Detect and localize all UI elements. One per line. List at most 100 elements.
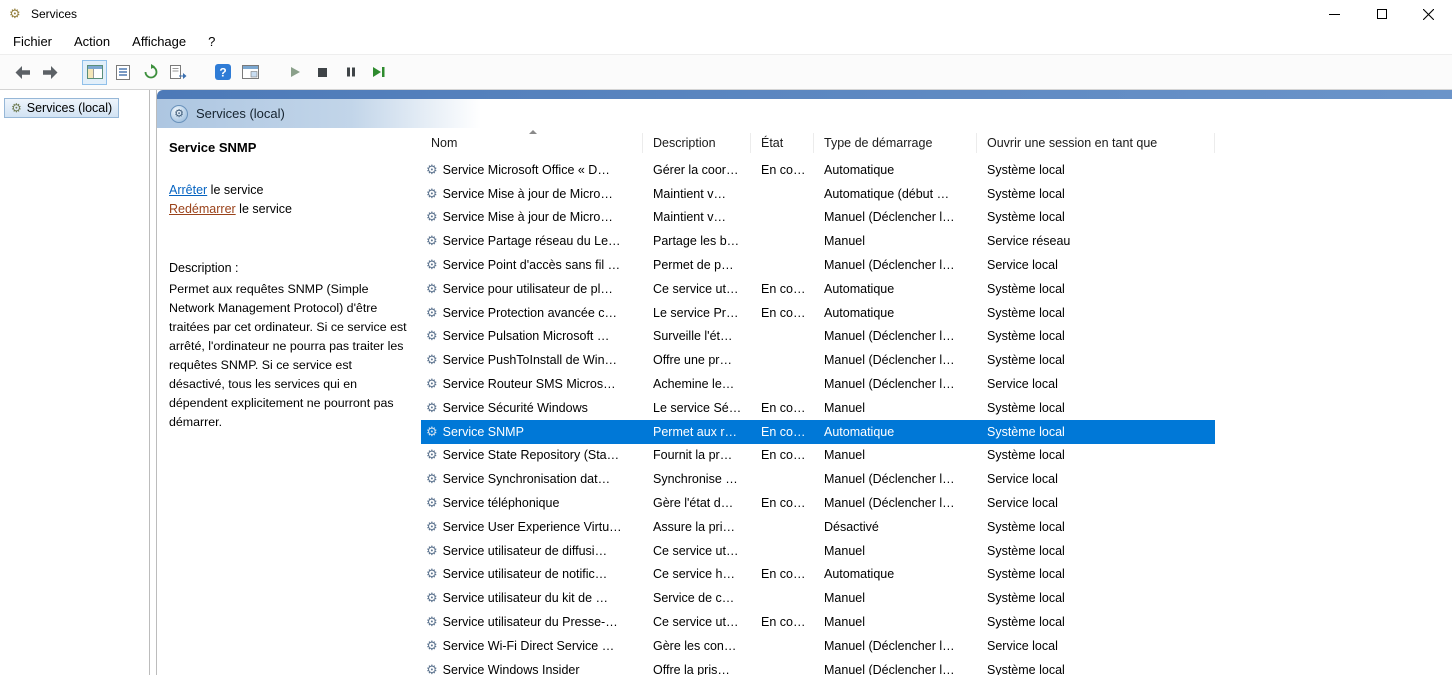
pause-service-button[interactable] (338, 60, 363, 85)
service-name-cell: ⚙Service Windows Insider (421, 662, 643, 675)
service-gear-icon: ⚙ (426, 209, 438, 225)
service-name-cell: ⚙Service User Experience Virtu… (421, 519, 643, 535)
taskpad-view-button[interactable] (238, 60, 263, 85)
service-gear-icon: ⚙ (426, 614, 438, 630)
service-startup-type-cell: Manuel (Déclencher l… (814, 472, 977, 486)
service-name: Service utilisateur du kit de … (443, 591, 608, 605)
service-description-cell: Synchronise … (643, 472, 751, 486)
banner: ⚙ Services (local) (157, 99, 1452, 128)
service-name: Service Sécurité Windows (443, 401, 588, 415)
restart-icon (372, 66, 386, 78)
service-gear-icon: ⚙ (426, 424, 438, 440)
service-name: Service PushToInstall de Win… (443, 353, 617, 367)
service-name-cell: ⚙Service Point d'accès sans fil … (421, 257, 643, 273)
service-description-cell: Maintient v… (643, 187, 751, 201)
service-gear-icon: ⚙ (426, 400, 438, 416)
main-pane: ⚙ Services (local) Service SNMP Arrêter … (157, 90, 1452, 675)
service-description-cell: Service de c… (643, 591, 751, 605)
table-row[interactable]: ⚙Service utilisateur du kit de … Service… (421, 586, 1215, 610)
stop-service-line: Arrêter le service (169, 181, 415, 200)
restart-service-link[interactable]: Redémarrer (169, 202, 236, 216)
table-row[interactable]: ⚙Service Wi-Fi Direct Service … Gère les… (421, 634, 1215, 658)
maximize-button[interactable] (1358, 0, 1405, 28)
service-logon-as-cell: Service local (977, 639, 1215, 653)
back-button[interactable] (10, 60, 35, 85)
menu-affichage[interactable]: Affichage (121, 31, 197, 52)
forward-button[interactable] (38, 60, 63, 85)
service-logon-as-cell: Système local (977, 544, 1215, 558)
refresh-button[interactable] (138, 60, 163, 85)
service-description-cell: Gérer la coor… (643, 163, 751, 177)
table-row[interactable]: ⚙Service PushToInstall de Win… Offre une… (421, 348, 1215, 372)
service-state-cell: En co… (751, 282, 814, 296)
column-header-name[interactable]: Nom (421, 133, 643, 153)
table-row[interactable]: ⚙Service Microsoft Office « D… Gérer la … (421, 158, 1215, 182)
table-row[interactable]: ⚙Service Synchronisation dat… Synchronis… (421, 467, 1215, 491)
service-name: Service utilisateur de diffusi… (443, 544, 607, 558)
service-name: Service Pulsation Microsoft … (443, 329, 610, 343)
menu-fichier[interactable]: Fichier (2, 31, 63, 52)
table-row[interactable]: ⚙Service Point d'accès sans fil … Permet… (421, 253, 1215, 277)
service-name-cell: ⚙ Service Sécurité Windows (421, 400, 643, 416)
close-button[interactable] (1405, 0, 1452, 28)
service-description-cell: Permet de p… (643, 258, 751, 272)
help-button[interactable]: ? (210, 60, 235, 85)
stop-service-button[interactable] (310, 60, 335, 85)
service-description-cell: Partage les b… (643, 234, 751, 248)
column-header-state[interactable]: État (751, 133, 814, 153)
export-list-button[interactable] (166, 60, 191, 85)
table-row[interactable]: ⚙Service Sécurité Windows Le service Sé…… (421, 396, 1215, 420)
table-row[interactable]: ⚙Service Windows Insider Offre la pris… … (421, 658, 1215, 675)
service-description-cell: Permet aux r… (643, 425, 751, 439)
start-icon (289, 66, 301, 78)
column-header-startup-type[interactable]: Type de démarrage (814, 133, 977, 153)
column-header-description[interactable]: Description (643, 133, 751, 153)
show-console-tree-button[interactable] (82, 60, 107, 85)
service-startup-type-cell: Manuel (Déclencher l… (814, 639, 977, 653)
table-row[interactable]: ⚙Service Mise à jour de Micro… Maintient… (421, 206, 1215, 230)
toolbar: ? (0, 54, 1452, 90)
menu-help[interactable]: ? (197, 31, 226, 52)
stop-icon (317, 67, 328, 78)
table-row[interactable]: ⚙Service pour utilisateur de pl… Ce serv… (421, 277, 1215, 301)
table-row[interactable]: ⚙Service Protection avancée c… Le servic… (421, 301, 1215, 325)
service-name: Service utilisateur du Presse-… (443, 615, 618, 629)
table-row[interactable]: ⚙Service Mise à jour de Micro… Maintient… (421, 182, 1215, 206)
service-description-cell: Ce service ut… (643, 615, 751, 629)
service-gear-icon: ⚙ (426, 519, 438, 535)
stop-service-link[interactable]: Arrêter (169, 183, 207, 197)
tree-item-services-local[interactable]: ⚙ Services (local) (4, 98, 119, 118)
selected-service-title: Service SNMP (169, 140, 415, 155)
service-name: Service Point d'accès sans fil … (443, 258, 620, 272)
table-row[interactable]: ⚙Service SNMP Permet aux r… En co… Autom… (421, 420, 1215, 444)
table-row[interactable]: ⚙Service téléphonique Gère l'état d… En … (421, 491, 1215, 515)
service-logon-as-cell: Système local (977, 163, 1215, 177)
table-row[interactable]: ⚙Service Partage réseau du Le… Partage l… (421, 229, 1215, 253)
service-description-cell: Offre une pr… (643, 353, 751, 367)
menu-action[interactable]: Action (63, 31, 121, 52)
forward-icon (42, 65, 59, 80)
service-gear-icon: ⚙ (426, 566, 438, 582)
service-logon-as-cell: Système local (977, 663, 1215, 675)
table-row[interactable]: ⚙ Service utilisateur du Presse-… Ce serv… (421, 610, 1215, 634)
column-header-logon-as[interactable]: Ouvrir une session en tant que (977, 133, 1215, 153)
service-name-cell: ⚙Service utilisateur de notific… (421, 566, 643, 582)
service-startup-type-cell: Manuel (814, 401, 977, 415)
service-description-cell: Ce service ut… (643, 282, 751, 296)
table-row[interactable]: ⚙Service User Experience Virtu… Assure l… (421, 515, 1215, 539)
service-name-cell: ⚙Service pour utilisateur de pl… (421, 281, 643, 297)
table-row[interactable]: ⚙Service Pulsation Microsoft … Surveille… (421, 325, 1215, 349)
table-row[interactable]: ⚙Service utilisateur de notific… Ce serv… (421, 563, 1215, 587)
pane-splitter[interactable] (150, 90, 157, 675)
properties-button[interactable] (110, 60, 135, 85)
window-controls (1311, 0, 1452, 28)
table-row[interactable]: ⚙Service utilisateur de diffusi… Ce serv… (421, 539, 1215, 563)
table-row[interactable]: ⚙Service State Repository (Sta… Fournit … (421, 444, 1215, 468)
restart-service-button[interactable] (366, 60, 391, 85)
service-gear-icon: ⚙ (426, 233, 438, 249)
service-name-cell: ⚙Service Mise à jour de Micro… (421, 209, 643, 225)
table-row[interactable]: ⚙Service Routeur SMS Micros… Achemine le… (421, 372, 1215, 396)
service-logon-as-cell: Système local (977, 615, 1215, 629)
start-service-button[interactable] (282, 60, 307, 85)
minimize-button[interactable] (1311, 0, 1358, 28)
